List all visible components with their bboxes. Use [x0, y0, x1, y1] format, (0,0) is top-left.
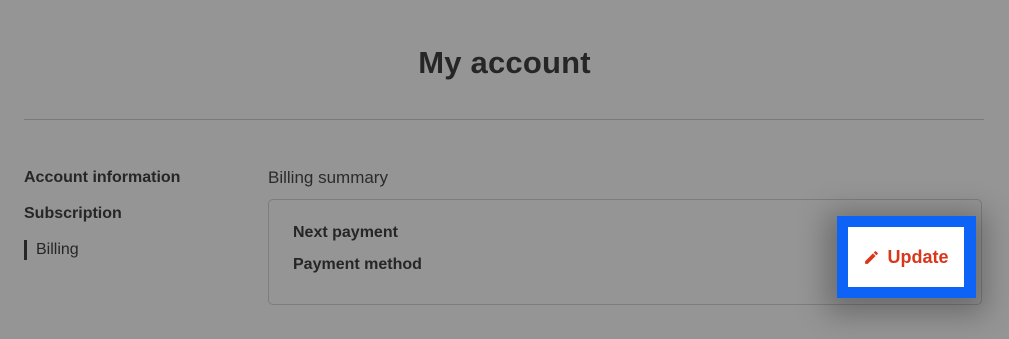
update-button-highlight: Update	[837, 216, 976, 298]
pencil-icon	[865, 250, 879, 264]
sidebar-item-subscription[interactable]: Subscription	[24, 203, 180, 239]
sidebar-item-account-information[interactable]: Account information	[24, 167, 180, 203]
sidebar-item-billing[interactable]: Billing	[24, 239, 180, 275]
billing-summary-title: Billing summary	[268, 168, 388, 187]
page-title: My account	[418, 45, 591, 80]
payment-method-label: Payment method	[293, 256, 422, 273]
header-divider	[24, 119, 984, 120]
account-side-nav: Account information Subscription Billing	[24, 167, 180, 275]
next-payment-label: Next payment	[293, 224, 398, 241]
update-button-label: Update	[887, 246, 949, 267]
update-button[interactable]: Update	[848, 227, 964, 287]
